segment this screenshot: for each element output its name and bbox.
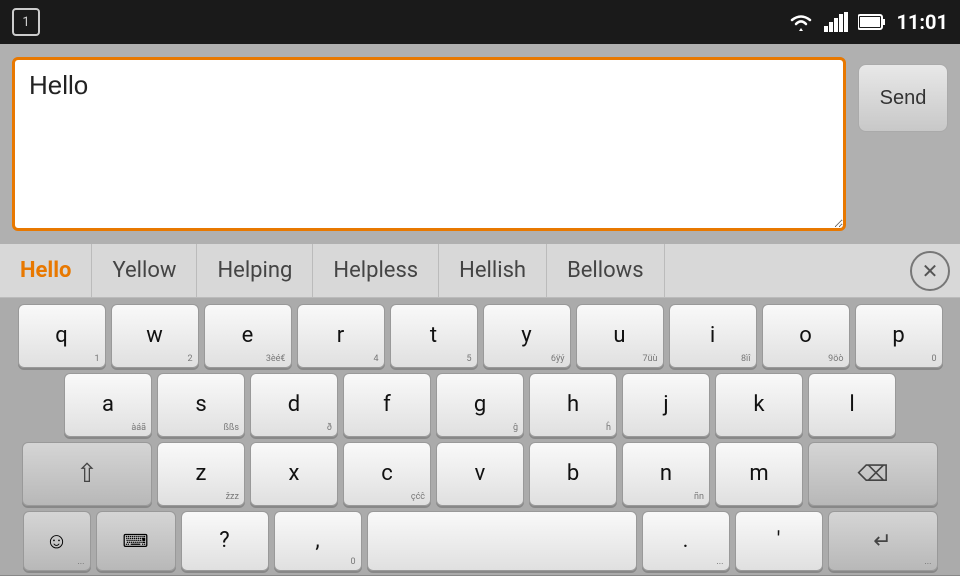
key-period[interactable]: .... xyxy=(642,511,730,571)
enter-icon: ↵ xyxy=(873,529,891,554)
key-backspace[interactable]: ⌫ xyxy=(808,442,938,506)
autocomplete-item-bellows[interactable]: Bellows xyxy=(547,244,665,297)
key-m[interactable]: m xyxy=(715,442,803,506)
key-p[interactable]: p0 xyxy=(855,304,943,368)
backspace-icon: ⌫ xyxy=(857,462,888,487)
key-q[interactable]: q1 xyxy=(18,304,106,368)
autocomplete-item-helpless[interactable]: Helpless xyxy=(313,244,439,297)
clock: 11:01 xyxy=(896,10,948,34)
key-a[interactable]: aàáã xyxy=(64,373,152,437)
status-left: 1 xyxy=(12,8,40,36)
key-comma[interactable]: ,0 xyxy=(274,511,362,571)
key-j[interactable]: j xyxy=(622,373,710,437)
key-emoji[interactable]: ☺... xyxy=(23,511,91,571)
key-w[interactable]: w2 xyxy=(111,304,199,368)
keyboard-row-1: q1w2e3èé€r4t5y6ÿýu7üùi8ìîo9öòp0 xyxy=(4,304,956,368)
autocomplete-item-hello[interactable]: Hello xyxy=(0,244,92,297)
keyboard-icon: ⌨ xyxy=(123,531,149,552)
key-s[interactable]: sßßs xyxy=(157,373,245,437)
wifi-icon xyxy=(788,12,814,32)
send-button[interactable]: Send xyxy=(858,64,948,132)
keyboard: q1w2e3èé€r4t5y6ÿýu7üùi8ìîo9öòp0 aàáãsßßs… xyxy=(0,298,960,575)
autocomplete-item-hellish[interactable]: Hellish xyxy=(439,244,547,297)
key-n[interactable]: nñn xyxy=(622,442,710,506)
key-z[interactable]: zžzz xyxy=(157,442,245,506)
keyboard-row-3: ⇧ zžzzxcçćĉvbnñnm ⌫ xyxy=(4,442,956,506)
key-u[interactable]: u7üù xyxy=(576,304,664,368)
key-space[interactable] xyxy=(367,511,637,571)
autocomplete-close-button[interactable]: ✕ xyxy=(910,251,950,291)
key-o[interactable]: o9öò xyxy=(762,304,850,368)
key-b[interactable]: b xyxy=(529,442,617,506)
key-keyboard-toggle[interactable]: ⌨ xyxy=(96,511,176,571)
key-k[interactable]: k xyxy=(715,373,803,437)
battery-icon xyxy=(858,13,886,31)
autocomplete-bar: HelloYellowHelpingHelplessHellishBellows… xyxy=(0,244,960,298)
keyboard-row-2: aàáãsßßsdðfgĝhĥjkl xyxy=(4,373,956,437)
key-y[interactable]: y6ÿý xyxy=(483,304,571,368)
status-bar: 1 11:01 xyxy=(0,0,960,44)
key-question[interactable]: ? xyxy=(181,511,269,571)
key-e[interactable]: e3èé€ xyxy=(204,304,292,368)
key-l[interactable]: l xyxy=(808,373,896,437)
input-area: Hello Send xyxy=(0,44,960,244)
keyboard-row-4: ☺... ⌨?,0....'↵... xyxy=(4,511,956,571)
key-h[interactable]: hĥ xyxy=(529,373,617,437)
notification-icon: 1 xyxy=(12,8,40,36)
key-d[interactable]: dð xyxy=(250,373,338,437)
key-v[interactable]: v xyxy=(436,442,524,506)
status-right: 11:01 xyxy=(788,10,948,34)
key-shift[interactable]: ⇧ xyxy=(22,442,152,506)
key-c[interactable]: cçćĉ xyxy=(343,442,431,506)
autocomplete-item-yellow[interactable]: Yellow xyxy=(92,244,197,297)
close-x-icon: ✕ xyxy=(922,259,939,283)
message-input[interactable]: Hello xyxy=(12,57,846,231)
autocomplete-item-helping[interactable]: Helping xyxy=(197,244,313,297)
key-g[interactable]: gĝ xyxy=(436,373,524,437)
emoji-icon: ☺ xyxy=(45,528,67,554)
key-i[interactable]: i8ìî xyxy=(669,304,757,368)
key-t[interactable]: t5 xyxy=(390,304,478,368)
signal-icon xyxy=(824,12,848,32)
key-r[interactable]: r4 xyxy=(297,304,385,368)
shift-icon: ⇧ xyxy=(76,459,98,489)
key-x[interactable]: x xyxy=(250,442,338,506)
key-f[interactable]: f xyxy=(343,373,431,437)
key-apostrophe[interactable]: ' xyxy=(735,511,823,571)
key-enter[interactable]: ↵... xyxy=(828,511,938,571)
